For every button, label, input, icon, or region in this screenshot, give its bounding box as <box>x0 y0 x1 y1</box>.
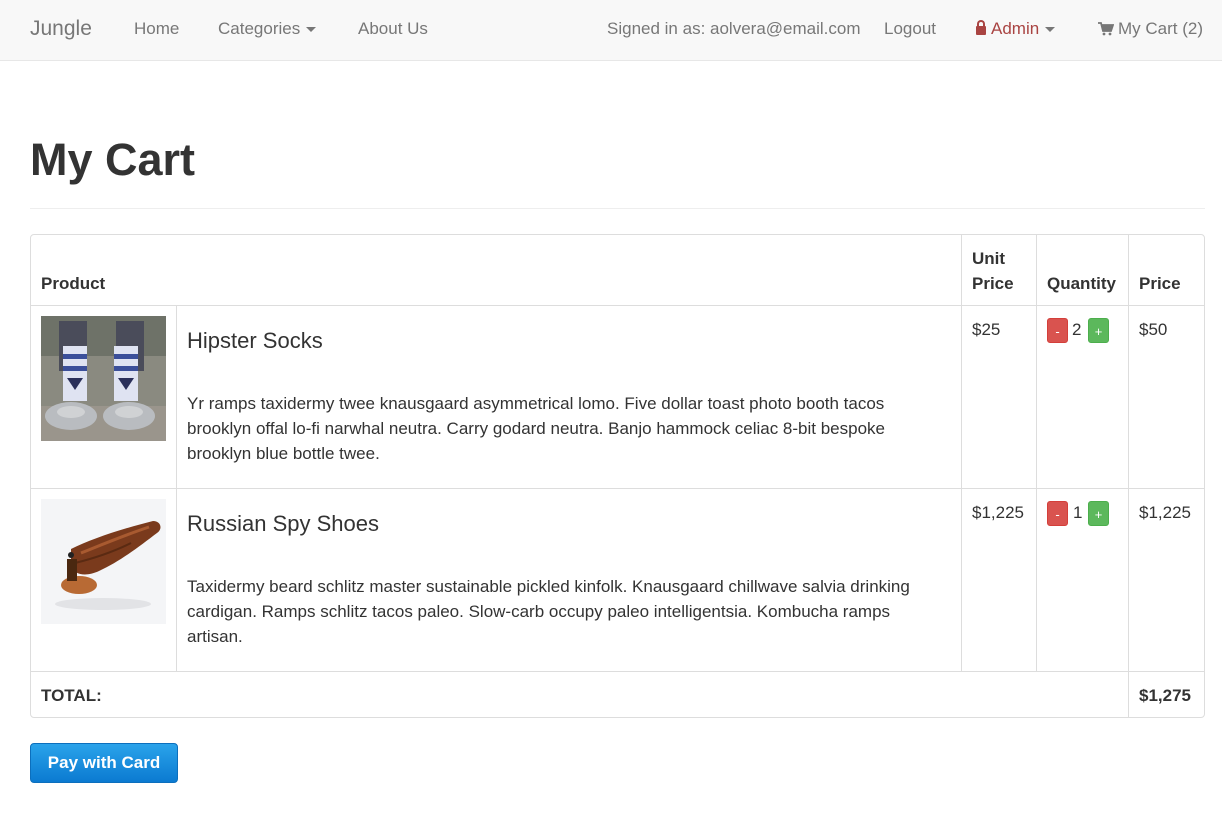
signed-in-text: Signed in as: aolvera@email.com <box>607 19 861 38</box>
brand-link[interactable]: Jungle <box>30 0 92 60</box>
page-title: My Cart <box>30 134 196 185</box>
product-name[interactable]: Russian Spy Shoes <box>187 510 379 538</box>
nav-admin-dropdown[interactable]: Admin <box>976 0 1056 60</box>
total-label: TOTAL: <box>41 686 102 705</box>
total-value: $1,275 <box>1139 686 1191 705</box>
lock-icon <box>976 20 986 35</box>
cart-icon <box>1098 22 1114 36</box>
caret-down-icon <box>306 27 317 33</box>
decrease-quantity-button[interactable]: - <box>1047 318 1068 343</box>
header-unit-price: Unit Price <box>972 246 1014 296</box>
product-description: Taxidermy beard schlitz master sustainab… <box>187 577 910 646</box>
unit-price: $25 <box>972 320 1001 339</box>
line-price: $1,225 <box>1139 503 1191 522</box>
product-image-socks <box>41 316 166 441</box>
unit-price: $1,225 <box>972 503 1024 522</box>
header-product: Product <box>41 274 106 293</box>
row-divider <box>31 671 1204 672</box>
header-unit-price-line1: Unit <box>972 249 1006 268</box>
increase-quantity-button[interactable]: + <box>1088 318 1109 343</box>
nav-home[interactable]: Home <box>134 0 179 60</box>
product-name[interactable]: Hipster Socks <box>187 327 323 355</box>
increase-quantity-button[interactable]: + <box>1088 501 1109 526</box>
nav-admin-label: Admin <box>991 19 1040 38</box>
line-price: $50 <box>1139 320 1168 339</box>
nav-about[interactable]: About Us <box>358 0 428 60</box>
row-divider <box>31 488 1204 489</box>
navbar: Jungle Home Categories About Us Signed i… <box>0 0 1222 61</box>
header-price: Price <box>1139 274 1181 293</box>
nav-my-cart-label: My Cart (2) <box>1118 19 1203 38</box>
header-unit-price-line2: Price <box>972 274 1014 293</box>
column-divider <box>1036 235 1037 671</box>
title-divider <box>30 208 1205 209</box>
cart-table: Product Unit Price Quantity Price Hipste… <box>30 234 1205 718</box>
header-quantity: Quantity <box>1047 274 1116 293</box>
product-image-shoes <box>41 499 166 624</box>
nav-logout[interactable]: Logout <box>884 0 936 60</box>
decrease-quantity-button[interactable]: - <box>1047 501 1068 526</box>
column-divider <box>1128 235 1129 717</box>
column-divider <box>176 306 177 671</box>
pay-with-card-button[interactable]: Pay with Card <box>30 743 178 783</box>
quantity-value: 2 <box>1072 320 1082 339</box>
product-description: Yr ramps taxidermy twee knausgaard asymm… <box>187 394 885 463</box>
row-divider <box>31 305 1204 306</box>
nav-categories-label: Categories <box>218 19 301 38</box>
caret-down-icon <box>1045 27 1056 33</box>
nav-my-cart[interactable]: My Cart (2) <box>1098 0 1203 60</box>
nav-categories-dropdown[interactable]: Categories <box>218 0 317 60</box>
quantity-value: 1 <box>1073 503 1083 522</box>
column-divider <box>961 235 962 671</box>
